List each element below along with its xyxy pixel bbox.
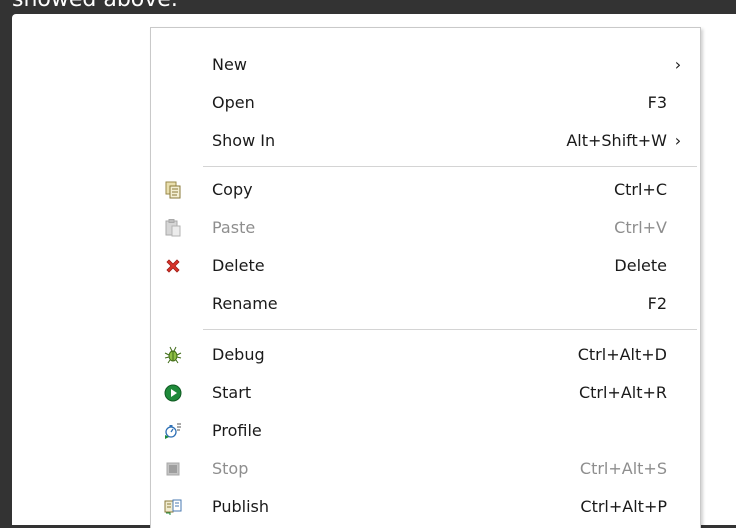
menu-item-label: Start — [212, 383, 252, 402]
menu-item-shortcut: Ctrl+Alt+D — [577, 345, 667, 364]
debug-icon — [164, 346, 182, 364]
menu-item-profile[interactable]: Profile — [151, 412, 700, 450]
menu-item-stop[interactable]: Stop Ctrl+Alt+S — [151, 450, 700, 488]
paste-icon — [164, 219, 182, 237]
menu-item-label: Copy — [212, 180, 253, 199]
menu-item-delete[interactable]: Delete Delete — [151, 247, 700, 285]
menu-item-publish[interactable]: Publish Ctrl+Alt+P — [151, 488, 700, 526]
menu-item-label: Stop — [212, 459, 249, 478]
menu-item-start[interactable]: Start Ctrl+Alt+R — [151, 374, 700, 412]
menu-item-label: Rename — [212, 294, 278, 313]
menu-item-label: Delete — [212, 256, 265, 275]
menu-item-shortcut: Ctrl+V — [614, 218, 667, 237]
context-menu: New › Open F3 Show In Alt+Shift+W › Copy… — [150, 27, 701, 528]
menu-item-shortcut: F2 — [647, 294, 667, 313]
menu-item-debug[interactable]: Debug Ctrl+Alt+D — [151, 336, 700, 374]
menu-item-shortcut: Alt+Shift+W — [566, 131, 667, 150]
menu-item-new[interactable]: New › — [151, 46, 700, 84]
header-text: showed above. — [12, 0, 178, 14]
profile-icon — [164, 422, 182, 440]
menu-item-label: Open — [212, 93, 255, 112]
menu-item-show-in[interactable]: Show In Alt+Shift+W › — [151, 122, 700, 160]
chevron-right-icon: › — [674, 131, 682, 150]
menu-item-shortcut: Delete — [614, 256, 667, 275]
menu-item-paste[interactable]: Paste Ctrl+V — [151, 209, 700, 247]
menu-item-shortcut: F3 — [647, 93, 667, 112]
menu-item-label: Debug — [212, 345, 265, 364]
stop-icon — [164, 460, 182, 478]
menu-separator — [203, 166, 697, 167]
chevron-right-icon: › — [674, 55, 682, 74]
menu-item-label: New — [212, 55, 247, 74]
menu-item-rename[interactable]: Rename F2 — [151, 285, 700, 323]
menu-item-label: Publish — [212, 497, 270, 516]
menu-item-shortcut: Ctrl+Alt+P — [580, 497, 667, 516]
menu-item-copy[interactable]: Copy Ctrl+C — [151, 171, 700, 209]
menu-item-label: Paste — [212, 218, 256, 237]
start-icon — [164, 384, 182, 402]
menu-item-label: Show In — [212, 131, 276, 150]
menu-item-shortcut: Ctrl+C — [613, 180, 667, 199]
menu-item-shortcut: Ctrl+Alt+R — [578, 383, 667, 402]
menu-item-shortcut: Ctrl+Alt+S — [579, 459, 667, 478]
menu-item-open[interactable]: Open F3 — [151, 84, 700, 122]
delete-icon — [164, 257, 182, 275]
menu-item-label: Profile — [212, 421, 262, 440]
menu-separator — [203, 329, 697, 330]
publish-icon — [164, 498, 182, 516]
copy-icon — [164, 181, 182, 199]
